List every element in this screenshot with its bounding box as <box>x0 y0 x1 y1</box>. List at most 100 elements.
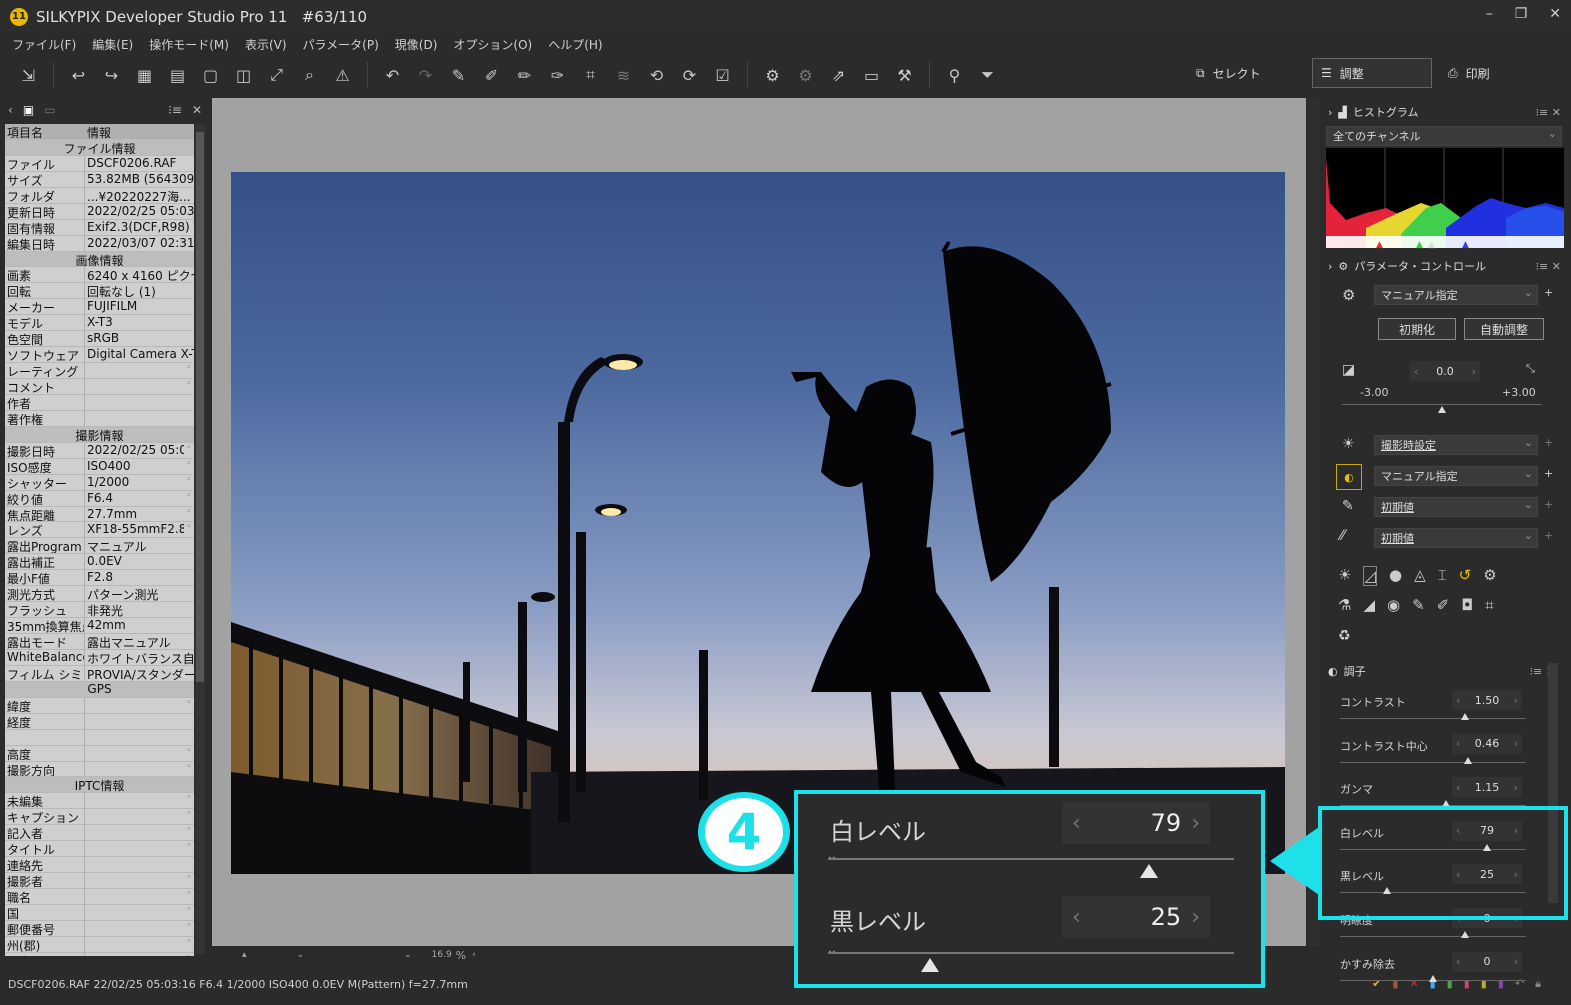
info-row[interactable]: 回転 回転なし (1) <box>5 283 194 300</box>
tone-slider-thumb[interactable] <box>1460 931 1469 938</box>
adjust-mode-button[interactable]: ☰ 調整 <box>1312 58 1432 88</box>
lens-tool-icon[interactable]: ↺ <box>1459 566 1472 586</box>
tone-slider-spin[interactable]: ‹ 0 › <box>1452 951 1522 972</box>
menu-file[interactable]: ファイル(F) <box>12 36 76 53</box>
tone-slider-spin[interactable]: ‹ 0.46 › <box>1452 733 1522 754</box>
undo-icon[interactable]: ↶ <box>376 61 409 89</box>
clone-tool-icon[interactable]: ◘ <box>1461 596 1473 614</box>
info-row[interactable]: 露出補正 0.0EV <box>5 554 194 571</box>
eye-tool-icon[interactable]: ◉ <box>1387 596 1400 614</box>
auto-adjust-button[interactable]: 自動調整 <box>1464 318 1544 340</box>
crop-icon[interactable]: ⌗ <box>574 61 607 89</box>
zoom-white-reset-icon[interactable]: ⌄ <box>826 848 838 864</box>
edit-marker-icon[interactable]: ◦ <box>184 698 194 713</box>
info-row[interactable]: 都市 ◦ <box>5 952 194 956</box>
brush-icon[interactable]: ✑ <box>541 61 574 89</box>
info-row[interactable]: 35mm換算焦点 42mm <box>5 618 194 634</box>
edit-marker-icon[interactable]: ◦ <box>184 841 194 856</box>
crop-tool-icon[interactable]: ⌗ <box>1485 596 1493 614</box>
zoom-down-icon[interactable]: ⌄ <box>404 950 412 960</box>
wb-select[interactable]: 撮影時設定 <box>1374 435 1538 455</box>
edit-marker-icon[interactable]: ◦ <box>184 905 194 920</box>
grid-icon[interactable]: ▦ <box>128 61 161 89</box>
edit-marker-icon[interactable]: ◦ <box>184 491 194 506</box>
info-section-header[interactable]: IPTC情報 <box>5 777 194 794</box>
wb-add-icon[interactable]: + <box>1544 436 1553 449</box>
tool-icon[interactable]: ⚒ <box>888 61 921 89</box>
zoom-white-track[interactable] <box>828 858 1234 860</box>
menu-option[interactable]: オプション(O) <box>453 36 532 53</box>
pipette-icon[interactable]: ✏ <box>508 61 541 89</box>
tone-slider-thumb[interactable] <box>1464 756 1473 764</box>
zoom-white-thumb[interactable] <box>1139 864 1158 878</box>
edit-marker-icon[interactable]: ◦ <box>184 825 194 840</box>
advanced-tool-icon[interactable]: ⚙ <box>1483 566 1496 586</box>
noise-add-icon[interactable]: + <box>1544 529 1553 542</box>
info-row[interactable]: 焦点距離 27.7mm ◦ <box>5 506 194 523</box>
noise-select[interactable]: 初期値 <box>1374 528 1538 548</box>
monitor-icon[interactable]: ▭ <box>855 61 888 89</box>
edit-marker-icon[interactable]: ◦ <box>184 937 194 952</box>
minimize-icon[interactable]: – <box>1486 6 1493 22</box>
info-row[interactable]: WhiteBalanceホワイトバランス自動 <box>5 649 194 666</box>
exposure-thumb[interactable] <box>1438 406 1446 413</box>
info-row[interactable]: コメント ◦ <box>5 379 194 395</box>
info-row[interactable]: レンズ XF18-55mmF2.8 ◦ <box>5 522 194 539</box>
panel-menu-icon[interactable]: ⁝≡ <box>168 103 182 117</box>
info-row[interactable]: 撮影日時 2022/02/25 05:0 ◦ <box>5 442 194 459</box>
channel-select[interactable]: 全てのチャンネル <box>1326 126 1562 146</box>
info-row[interactable]: 郵便番号 ◦ <box>5 920 194 937</box>
info-row[interactable]: 固有情報 Exif2.3(DCF,R98) Y <box>5 219 194 236</box>
info-section-header[interactable]: 画像情報 <box>5 251 194 268</box>
rotate-right-icon[interactable]: ⟳ <box>673 61 706 89</box>
info-row[interactable]: ISO感度 ISO400 ◦ <box>5 458 194 475</box>
expand-params-icon[interactable]: › <box>1328 260 1332 273</box>
layers-icon[interactable]: ≋ <box>607 61 640 89</box>
info-row[interactable]: 露出Program マニュアル <box>5 538 194 555</box>
zoom-left-icon[interactable]: ‹ <box>472 950 476 960</box>
recycle-tool-icon[interactable]: ♻ <box>1338 628 1351 644</box>
edit-marker-icon[interactable]: ◦ <box>184 809 194 824</box>
zoom-white-spin[interactable]: ‹ 79 › <box>1062 802 1210 844</box>
color-tool-icon[interactable]: ● <box>1389 566 1402 586</box>
tone-slider-spin[interactable]: ‹ 1.15 › <box>1452 777 1522 798</box>
info-row[interactable]: 更新日時 2022/02/25 05:03: <box>5 203 194 220</box>
info-row[interactable]: サイズ 53.82MB (5643091 <box>5 171 194 188</box>
info-row[interactable]: 国 ◦ <box>5 904 194 921</box>
info-row[interactable]: 撮影方向 ◦ <box>5 761 194 778</box>
zoom-black-track[interactable] <box>828 952 1234 954</box>
sharp-add-icon[interactable]: + <box>1544 498 1553 511</box>
histogram-close-icon[interactable]: ⁝≡ ✕ <box>1536 106 1561 119</box>
info-row[interactable]: 最小F値 F2.8 <box>5 570 194 587</box>
info-row[interactable]: 著作権 <box>5 410 194 427</box>
dropper-tool-icon[interactable]: ⚗ <box>1338 596 1351 614</box>
info-tab-icon[interactable]: ▣ <box>23 103 34 117</box>
info-row[interactable]: 高度 ◦ <box>5 745 194 762</box>
collapse-icon[interactable]: ‹ <box>8 103 13 117</box>
sharp-select[interactable]: 初期値 <box>1374 497 1538 517</box>
info-row[interactable]: 測光方式 パターン測光 <box>5 586 194 603</box>
exposure-track[interactable] <box>1342 404 1542 405</box>
tone-slider-track[interactable] <box>1340 761 1526 763</box>
zoom-black-reset-icon[interactable]: ⌄ <box>826 942 838 958</box>
pen-tool-icon[interactable]: ✎ <box>1412 596 1425 614</box>
zoom-value[interactable]: 16.9 <box>432 950 452 960</box>
info-row[interactable]: 露出モード 露出マニュアル <box>5 634 194 650</box>
open-icon[interactable]: ⇲ <box>12 61 45 89</box>
edit-marker-icon[interactable]: ◦ <box>184 746 194 761</box>
info-row[interactable]: ソフトウェア Digital Camera X-T <box>5 347 194 364</box>
prev-icon[interactable]: ↩ <box>62 61 95 89</box>
info-row[interactable]: 緯度 ◦ <box>5 697 194 714</box>
edit-marker-icon[interactable]: ◦ <box>184 459 194 474</box>
tone-slider-track[interactable] <box>1340 718 1526 719</box>
info-row[interactable]: レーティング ◦ <box>5 363 194 379</box>
info-row[interactable]: シャッター 1/2000 ◦ <box>5 474 194 491</box>
heal-tool-icon[interactable]: ✐ <box>1437 596 1450 614</box>
params-close-icon[interactable]: ⁝≡ ✕ <box>1536 260 1561 273</box>
info-row[interactable]: ファイル DSCF0206.RAF <box>5 155 194 172</box>
add-preset-icon[interactable]: + <box>1544 286 1553 299</box>
search-icon[interactable]: ⚲ <box>938 61 971 89</box>
reset-button[interactable]: 初期化 <box>1378 318 1456 340</box>
fill-tool-icon[interactable]: ◬ <box>1414 566 1426 586</box>
menu-parameter[interactable]: パラメータ(P) <box>303 36 379 53</box>
